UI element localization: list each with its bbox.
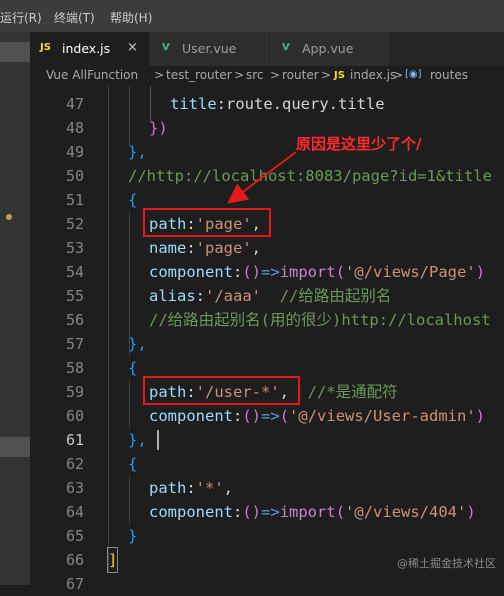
annotation-arrow-icon: [227, 151, 297, 204]
annotation-text: 原因是这里少了个/: [296, 135, 422, 153]
watermark: @稀土掘金技术社区: [397, 557, 496, 570]
